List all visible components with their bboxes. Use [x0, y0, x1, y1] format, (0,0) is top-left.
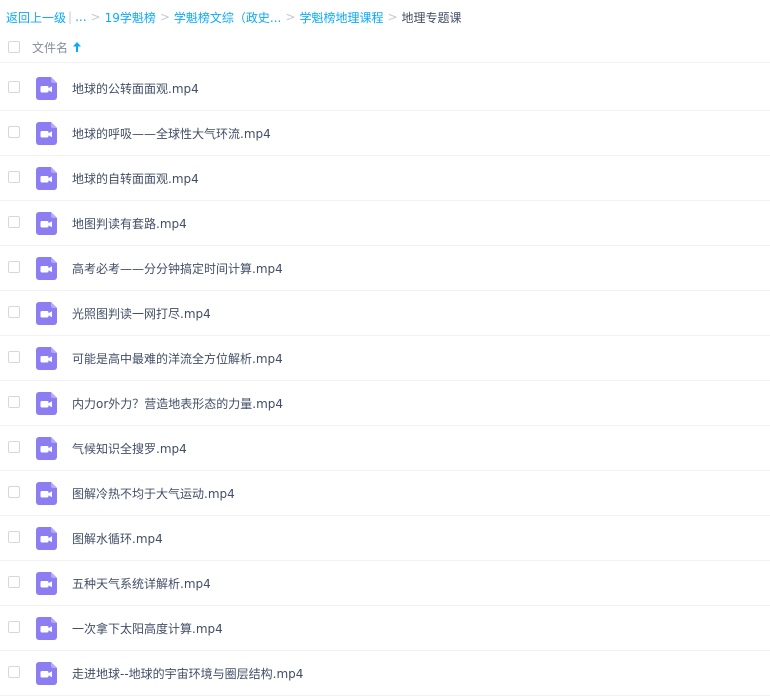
- file-row[interactable]: 五种天气系统详解析.mp4: [0, 561, 770, 606]
- video-file-icon: [36, 662, 57, 685]
- file-name[interactable]: 高考必考——分分钟搞定时间计算.mp4: [72, 260, 283, 277]
- file-row-checkbox[interactable]: [8, 441, 20, 453]
- video-file-icon: [36, 122, 57, 145]
- file-row-checkbox[interactable]: [8, 351, 20, 363]
- breadcrumb-separator: >: [387, 10, 398, 24]
- file-row[interactable]: 可能是高中最难的洋流全方位解析.mp4: [0, 336, 770, 381]
- file-name[interactable]: 地图判读有套路.mp4: [72, 215, 187, 232]
- file-name[interactable]: 光照图判读一网打尽.mp4: [72, 305, 211, 322]
- file-row[interactable]: 气候知识全搜罗.mp4: [0, 426, 770, 471]
- breadcrumb-item-wenzong[interactable]: 学魁榜文综（政史...: [174, 9, 281, 26]
- video-file-icon: [36, 77, 57, 100]
- file-name[interactable]: 地球的公转面面观.mp4: [72, 80, 199, 97]
- file-row-checkbox[interactable]: [8, 306, 20, 318]
- breadcrumb-item-19xuekuibang[interactable]: 19学魁榜: [105, 9, 156, 26]
- video-file-icon: [36, 617, 57, 640]
- file-row-checkbox[interactable]: [8, 486, 20, 498]
- file-row[interactable]: 图解冷热不均于大气运动.mp4: [0, 471, 770, 516]
- video-file-icon: [36, 167, 57, 190]
- file-row-checkbox[interactable]: [8, 666, 20, 678]
- file-row-checkbox[interactable]: [8, 576, 20, 588]
- file-row-checkbox[interactable]: [8, 216, 20, 228]
- video-file-icon: [36, 437, 57, 460]
- file-name[interactable]: 地球的呼吸——全球性大气环流.mp4: [72, 125, 271, 142]
- file-row[interactable]: 高考必考——分分钟搞定时间计算.mp4: [0, 246, 770, 291]
- video-file-icon: [36, 527, 57, 550]
- video-file-icon: [36, 572, 57, 595]
- file-row[interactable]: 走进地球--地球的宇宙环境与圈层结构.mp4: [0, 651, 770, 696]
- file-row-checkbox[interactable]: [8, 531, 20, 543]
- file-row-checkbox[interactable]: [8, 81, 20, 93]
- breadcrumb-separator: >: [90, 10, 101, 24]
- file-row[interactable]: 地图判读有套路.mp4: [0, 201, 770, 246]
- file-row[interactable]: 内力or外力？营造地表形态的力量.mp4: [0, 381, 770, 426]
- file-name[interactable]: 走进地球--地球的宇宙环境与圈层结构.mp4: [72, 665, 303, 682]
- file-row[interactable]: 光照图判读一网打尽.mp4: [0, 291, 770, 336]
- breadcrumb-item-dili-kecheng[interactable]: 学魁榜地理课程: [299, 9, 383, 26]
- file-list-header: 文件名: [0, 32, 770, 63]
- video-file-icon: [36, 257, 57, 280]
- file-row-checkbox[interactable]: [8, 621, 20, 633]
- back-link[interactable]: 返回上一级: [6, 9, 66, 26]
- file-list: 地球的公转面面观.mp4 地球的呼吸——全球性大气环流.mp4 地球的自转面面观…: [0, 66, 770, 696]
- file-name[interactable]: 五种天气系统详解析.mp4: [72, 575, 211, 592]
- video-file-icon: [36, 392, 57, 415]
- video-file-icon: [36, 302, 57, 325]
- arrow-up-icon[interactable]: [73, 42, 82, 52]
- column-header-filename-label: 文件名: [32, 40, 69, 55]
- file-row[interactable]: 一次拿下太阳高度计算.mp4: [0, 606, 770, 651]
- video-file-icon: [36, 212, 57, 235]
- file-row[interactable]: 地球的自转面面观.mp4: [0, 156, 770, 201]
- file-name[interactable]: 可能是高中最难的洋流全方位解析.mp4: [72, 350, 283, 367]
- file-name[interactable]: 一次拿下太阳高度计算.mp4: [72, 620, 223, 637]
- file-row-checkbox[interactable]: [8, 171, 20, 183]
- file-row-checkbox[interactable]: [8, 261, 20, 273]
- file-row[interactable]: 图解水循环.mp4: [0, 516, 770, 561]
- video-file-icon: [36, 482, 57, 505]
- file-name[interactable]: 图解冷热不均于大气运动.mp4: [72, 485, 235, 502]
- breadcrumb-separator: >: [159, 10, 170, 24]
- file-row-checkbox[interactable]: [8, 126, 20, 138]
- video-file-icon: [36, 347, 57, 370]
- file-name[interactable]: 图解水循环.mp4: [72, 530, 163, 547]
- file-row[interactable]: 地球的公转面面观.mp4: [0, 66, 770, 111]
- breadcrumb-pipe: |: [68, 10, 73, 24]
- file-name[interactable]: 气候知识全搜罗.mp4: [72, 440, 187, 457]
- file-row[interactable]: 地球的呼吸——全球性大气环流.mp4: [0, 111, 770, 156]
- column-header-filename[interactable]: 文件名: [32, 39, 82, 56]
- select-all-checkbox[interactable]: [8, 41, 20, 53]
- breadcrumb-ellipsis[interactable]: ...: [75, 10, 86, 24]
- file-row-checkbox[interactable]: [8, 396, 20, 408]
- breadcrumb: 返回上一级 | ... > 19学魁榜 > 学魁榜文综（政史... > 学魁榜地…: [6, 8, 462, 26]
- breadcrumb-separator: >: [285, 10, 296, 24]
- file-name[interactable]: 地球的自转面面观.mp4: [72, 170, 199, 187]
- file-name[interactable]: 内力or外力？营造地表形态的力量.mp4: [72, 395, 283, 412]
- breadcrumb-current: 地理专题课: [401, 10, 462, 25]
